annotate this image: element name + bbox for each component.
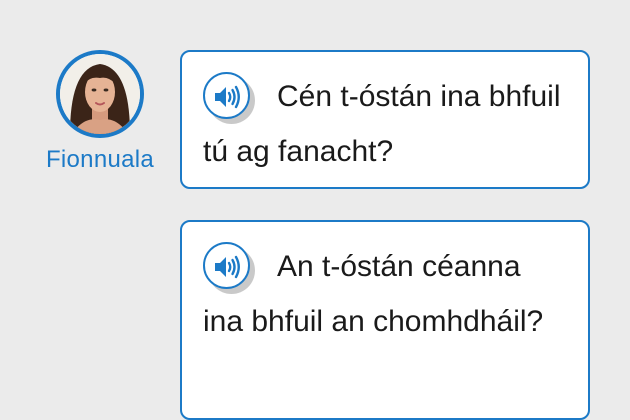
play-audio-button[interactable] [203,72,257,125]
speaker-icon [215,85,240,109]
message-bubble: Cén t-óstán ina bhfuil tú ag fanacht? [180,50,590,189]
avatar [56,50,144,138]
play-audio-button[interactable] [203,242,257,295]
message-bubble: An t-óstán céanna ina bhfuil an chomhdhá… [180,220,590,420]
speaker-icon [215,255,240,279]
speaker-name: Fionnuala [45,146,155,173]
